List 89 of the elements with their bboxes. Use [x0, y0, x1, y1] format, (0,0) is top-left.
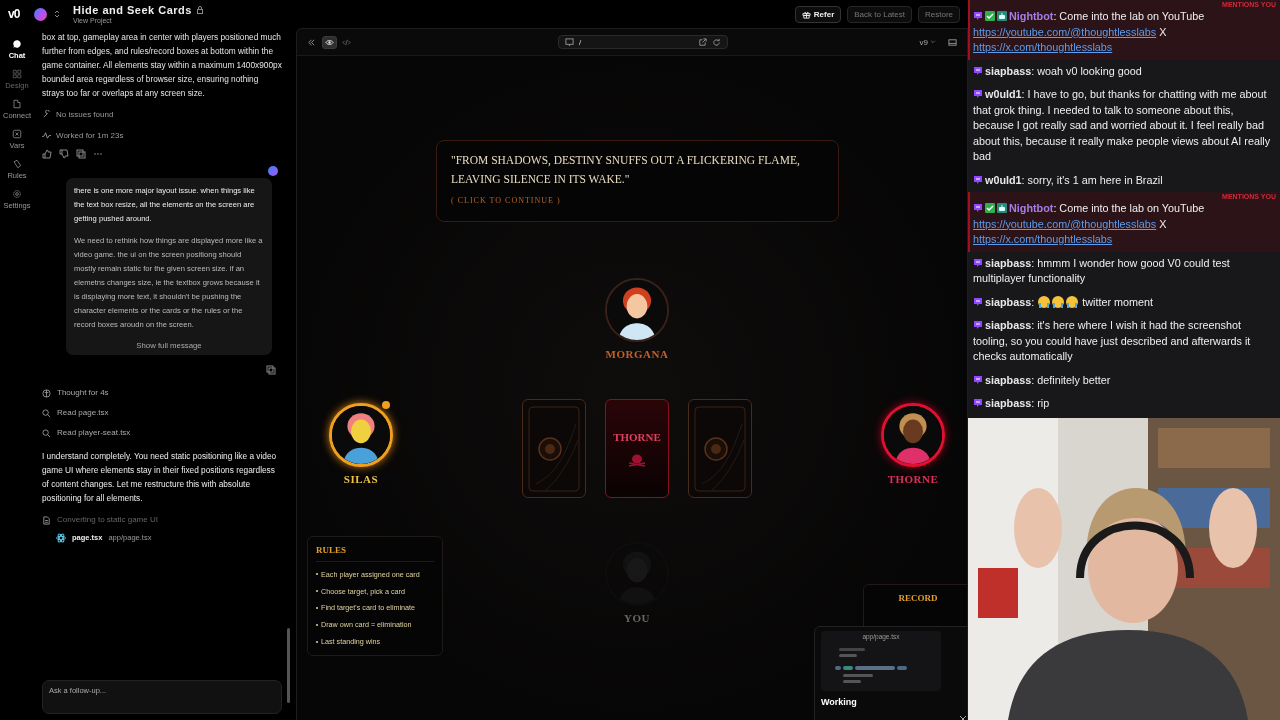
player-name: MORGANA	[605, 348, 669, 360]
code-icon	[342, 37, 351, 47]
link[interactable]: https://youtube.com/@thoughtlesslabs	[973, 25, 1157, 38]
badge-icon	[973, 374, 983, 385]
address-bar[interactable]: /	[558, 35, 728, 49]
chat-message: w0uld1: sorry, it's 1 am here in Brazil	[973, 172, 1275, 188]
link[interactable]: https://youtube.com/@thoughtlesslabs	[973, 217, 1157, 230]
badge-icon	[973, 398, 983, 408]
chevron-icon[interactable]	[53, 9, 61, 19]
emoji-icon	[1065, 294, 1080, 309]
thumbs-down-icon[interactable]	[59, 149, 69, 159]
badge-icon	[973, 320, 983, 330]
toast-title: Working	[821, 697, 858, 707]
rules-title: RULES	[316, 545, 434, 562]
record-title: RECORD	[898, 593, 938, 603]
narration-box[interactable]: "FROM SHADOWS, DESTINY SNUFFS OUT A FLICKERING FLAME, LEAVING SILENCE IN ITS WAKE." ( CLICK TO CONTINUE )	[436, 140, 839, 222]
chat-message: siapbass: rip	[973, 396, 1275, 412]
robot-icon	[997, 11, 1007, 21]
assistant-message: I understand completely. You need static positioning like a video game UI where elements stay in their fixed positions regardless of content changes. Let me restructure this with absolute positioning for all elements.	[42, 450, 278, 505]
variable-icon	[11, 128, 23, 140]
preview-view-button[interactable]	[322, 35, 337, 49]
gift-icon	[801, 9, 811, 19]
chat-message: siapbass: it's here where I wish it had the screenshot tooling, so you could have just described and afterwards it checks automatically	[973, 318, 1252, 364]
chat-bubble-icon	[11, 38, 23, 50]
chat-message: Nightbot: Come into the lab on YouTube https://youtube.com/@thoughtlesslabs X https://x.com/thoughtlesslabs	[973, 201, 1206, 247]
external-link-icon[interactable]	[698, 37, 707, 47]
step-text: Thought for 4s	[57, 387, 109, 399]
document-icon	[42, 515, 51, 525]
status-text: Worked for 1m 23s	[56, 129, 124, 142]
chat-message: w0uld1: I have to go, but thanks for chatting with me about that grok thing. I needed to talk to someone about this, because I got really sad and worried about it. I feel really bad about this, because it really make people views about AI really bad	[973, 87, 1272, 164]
logo[interactable]: v0	[8, 7, 28, 21]
settings-icon	[11, 188, 23, 200]
chat-message: siapbass: twitter moment	[973, 294, 1275, 310]
search-icon	[42, 408, 51, 418]
chat-message: siapbass: definitely better	[973, 372, 1275, 388]
step-text: Read page.tsx	[57, 407, 109, 419]
checkmark-icon	[985, 11, 995, 21]
badge-icon	[973, 203, 983, 213]
collapse-icon[interactable]	[307, 37, 316, 47]
chevron-down-icon	[930, 39, 936, 45]
revealed-card[interactable]: THORNE	[605, 399, 669, 498]
chat-message: Nightbot: Come into the lab on YouTube https://youtube.com/@thoughtlesslabs X https://x.com/thoughtlesslabs	[973, 9, 1206, 55]
refresh-icon[interactable]	[712, 37, 721, 47]
monitor-icon	[565, 37, 574, 47]
player-name: THORNE	[887, 473, 939, 485]
thumbs-up-icon[interactable]	[42, 149, 52, 159]
assistant-message: box at top, gameplay area in center with players positioned much further from edges, and rules/record boxes at bottom within the game container. All elements stay within a maximum 1400x900px bounded area regardless of browser size, ensuring nothing strays too far or overlaps at any screen size.	[42, 31, 282, 100]
step-text: Read player-seat.tsx	[57, 427, 131, 439]
project-avatar[interactable]	[34, 7, 47, 21]
skull-icon	[627, 452, 647, 467]
link[interactable]: https://x.com/thoughtlesslabs	[973, 41, 1113, 53]
badge-icon	[973, 65, 983, 76]
chat-message: siapbass: woah v0 looking good	[973, 63, 1275, 79]
atom-icon	[56, 533, 66, 543]
copy-icon[interactable]	[76, 149, 86, 159]
continue-prompt[interactable]: ( CLICK TO CONTINUE )	[451, 196, 561, 205]
robot-icon	[997, 203, 1007, 213]
badge-icon	[973, 257, 983, 268]
copy-icon[interactable]	[266, 365, 276, 375]
lock-icon	[195, 6, 204, 14]
version-dropdown[interactable]: v9	[913, 36, 942, 48]
project-title: Hide and Seek Cards	[73, 4, 192, 16]
search-icon	[42, 428, 51, 438]
checkmark-icon	[985, 203, 995, 213]
status-text: No issues found	[56, 108, 114, 121]
eye-icon	[325, 37, 334, 47]
player-avatar[interactable]	[881, 403, 945, 467]
badge-icon	[973, 89, 983, 99]
emoji-icon	[1037, 294, 1052, 309]
user-avatar	[268, 166, 278, 176]
task-title: Converting to static game UI	[57, 514, 158, 526]
link[interactable]: https://x.com/thoughtlesslabs	[973, 233, 1113, 245]
chat-message: siapbass: hmmm I wonder how good V0 could test multiplayer functionality	[973, 255, 1231, 286]
grid-icon	[11, 68, 23, 80]
narration-text: "FROM SHADOWS, DESTINY SNUFFS OUT A FLICKERING FLAME, LEAVING SILENCE IN ITS WAKE."	[451, 153, 801, 187]
pulse-icon	[42, 131, 51, 140]
address-path: /	[579, 37, 582, 47]
player-name: YOU	[624, 612, 650, 624]
header-button[interactable]: Refer	[794, 5, 842, 23]
badge-icon	[973, 296, 983, 307]
panel-icon[interactable]	[948, 37, 957, 47]
turn-indicator	[382, 401, 390, 409]
emoji-icon	[1051, 294, 1066, 309]
wrench-icon	[42, 110, 51, 119]
player-avatar[interactable]	[329, 403, 393, 467]
player-name: SILAS	[343, 473, 379, 485]
scrollbar[interactable]	[287, 628, 290, 703]
badge-icon	[973, 174, 983, 185]
badge-icon	[973, 11, 983, 21]
